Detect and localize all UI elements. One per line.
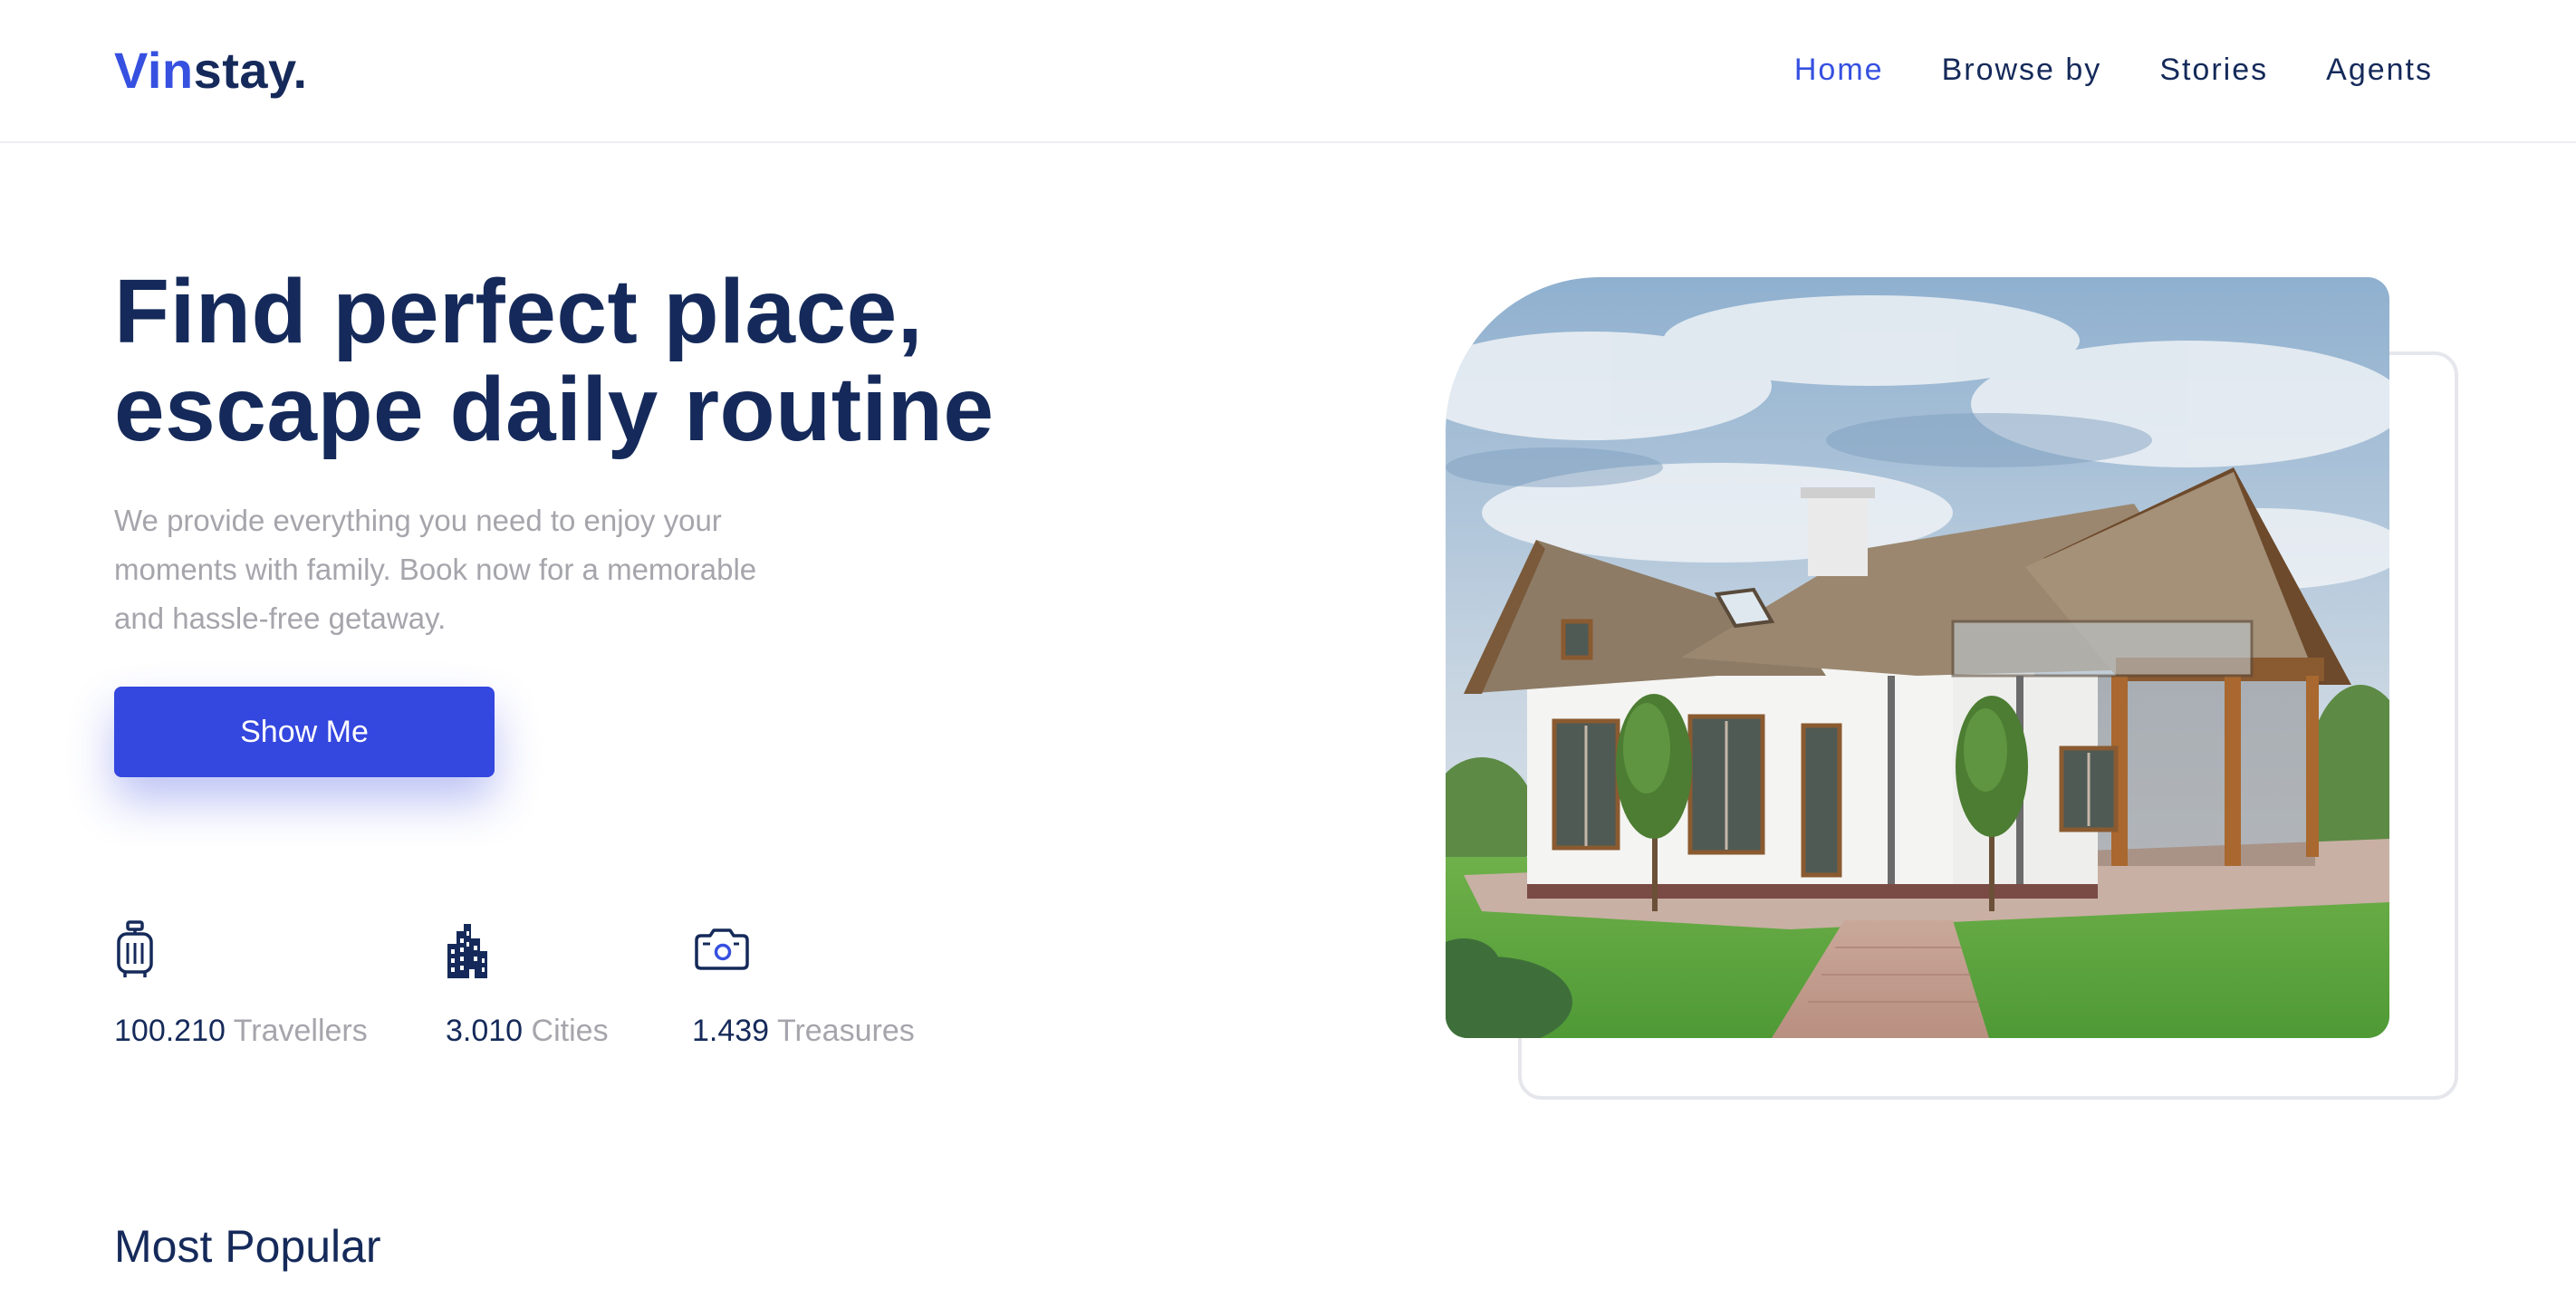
stat-treasures-text: 1.439 Treasures (692, 1013, 915, 1049)
hero-description: We provide everything you need to enjoy … (114, 504, 757, 635)
top-header: Vinstay. Home Browse by Stories Agents (0, 0, 2576, 143)
hero-title-line-2: escape daily routine (114, 359, 995, 460)
stat-cities-text: 3.010 Cities (446, 1013, 609, 1049)
nav-item-home[interactable]: Home (1794, 36, 1884, 103)
stat-label: Travellers (233, 1014, 368, 1048)
logo-text: stay. (193, 42, 308, 99)
hero-title: Find perfect place, escape daily routine (114, 263, 1201, 458)
house-photo (1446, 277, 2389, 1038)
stat-cities: 3.010 Cities (446, 920, 609, 1049)
stat-travellers: 100.210 Travellers (114, 920, 368, 1049)
stat-label: Cities (531, 1014, 609, 1048)
stat-value: 3.010 (446, 1014, 524, 1048)
stat-value: 100.210 (114, 1014, 226, 1048)
stat-value: 1.439 (692, 1014, 770, 1048)
city-buildings-icon (447, 924, 487, 978)
most-popular-heading: Most Popular (114, 1221, 381, 1272)
logo-accent-text: Vin (114, 42, 194, 99)
brand-logo[interactable]: Vinstay. (114, 34, 308, 107)
camera-icon (695, 928, 749, 970)
nav-item-agents[interactable]: Agents (2326, 36, 2433, 103)
stat-label: Treasures (776, 1014, 915, 1048)
suitcase-icon (117, 920, 153, 977)
page: Vinstay. Home Browse by Stories Agents F… (0, 0, 2576, 1308)
stat-treasures: 1.439 Treasures (692, 920, 915, 1049)
hero-title-line-1: Find perfect place, (114, 261, 924, 362)
stat-travellers-text: 100.210 Travellers (114, 1013, 368, 1049)
nav-item-stories[interactable]: Stories (2159, 36, 2268, 103)
nav-item-browse-by[interactable]: Browse by (1942, 36, 2102, 103)
show-me-button[interactable]: Show Me (114, 687, 495, 777)
main-nav: Home Browse by Stories Agents (1794, 36, 2433, 103)
hero-house-image (1446, 277, 2389, 1038)
